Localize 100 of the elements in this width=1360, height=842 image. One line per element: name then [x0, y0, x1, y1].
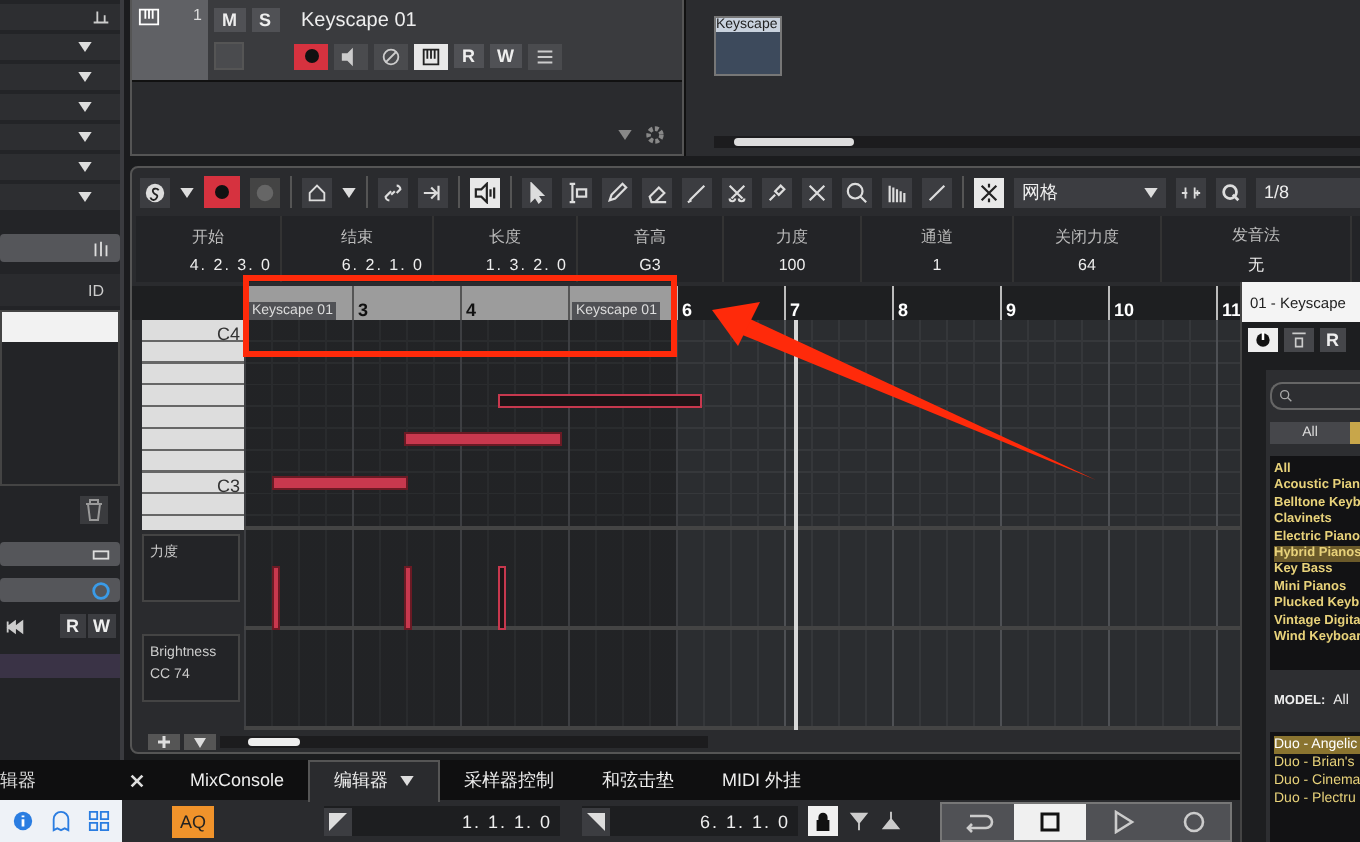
- track-row[interactable]: 1 M S Keyscape 01 R W: [132, 0, 682, 82]
- read-button[interactable]: R: [1320, 328, 1345, 352]
- pointer-icon[interactable]: [522, 177, 552, 207]
- caret-icon: [78, 42, 92, 52]
- info-icon[interactable]: [12, 810, 34, 832]
- octave-label: C3: [216, 476, 240, 496]
- info-label: 长度: [489, 225, 521, 247]
- read-button[interactable]: R: [454, 44, 483, 68]
- grid-icon[interactable]: [88, 810, 110, 832]
- left-flag-icon[interactable]: [324, 807, 353, 835]
- trash-icon[interactable]: [80, 496, 108, 524]
- info-value[interactable]: G3: [639, 255, 661, 273]
- plus-icon[interactable]: [148, 734, 180, 750]
- skip-back-icon[interactable]: [4, 615, 26, 637]
- lock-icon[interactable]: [808, 806, 839, 836]
- record-button[interactable]: [204, 176, 240, 208]
- info-label: 发音法: [1232, 223, 1280, 245]
- section-header[interactable]: [0, 542, 120, 566]
- zone-tab[interactable]: 辑器: [0, 767, 128, 793]
- caret-icon[interactable]: [342, 187, 356, 197]
- diagonal-line-icon[interactable]: [922, 177, 952, 207]
- zone-tab[interactable]: MIDI 外挂: [698, 760, 826, 800]
- speaker-icon[interactable]: [334, 43, 368, 69]
- bar-number: 8: [896, 300, 909, 320]
- column-header: ID: [88, 281, 104, 299]
- close-icon[interactable]: [128, 771, 146, 789]
- dropdown[interactable]: [0, 34, 120, 60]
- velocity-draw-icon[interactable]: [882, 177, 912, 207]
- zone-tab[interactable]: 编辑器: [308, 759, 441, 801]
- midi-note[interactable]: [498, 394, 702, 408]
- solo-icon[interactable]: [140, 177, 170, 207]
- list-icon[interactable]: [528, 43, 562, 69]
- write-button[interactable]: W: [489, 44, 522, 68]
- caret-icon: [78, 102, 92, 112]
- solo-button[interactable]: S: [251, 8, 280, 32]
- caret-icon: [78, 162, 92, 172]
- section-header[interactable]: [0, 578, 120, 602]
- info-label: 结束: [341, 225, 373, 247]
- range-icon[interactable]: [562, 177, 592, 207]
- search-field[interactable]: [1270, 382, 1360, 410]
- eraser-icon[interactable]: [642, 177, 672, 207]
- zoom-icon[interactable]: [842, 177, 872, 207]
- quantize-icon[interactable]: [1216, 177, 1246, 207]
- info-value[interactable]: 1: [932, 255, 942, 273]
- piano-keyboard[interactable]: C4 C3: [142, 320, 244, 530]
- dropdown[interactable]: [0, 64, 120, 90]
- right-locator-field[interactable]: 6. 1. 1. 0: [582, 806, 799, 836]
- info-label: 开始: [192, 225, 224, 247]
- scrollbar[interactable]: [220, 736, 708, 748]
- dropdown[interactable]: [0, 154, 120, 180]
- quantize-dropdown[interactable]: 1/8: [1256, 177, 1360, 207]
- bracket-icon[interactable]: [1176, 177, 1206, 207]
- caret-icon[interactable]: [184, 734, 216, 750]
- info-label: 通道: [921, 225, 953, 247]
- scissors-icon[interactable]: [722, 177, 752, 207]
- link-icon[interactable]: [378, 177, 408, 207]
- caret-icon: [1144, 187, 1158, 197]
- info-label: 音高: [634, 225, 666, 247]
- color-swatch[interactable]: [214, 42, 244, 70]
- power-icon[interactable]: [1248, 328, 1278, 352]
- info-label: 关闭力度: [1055, 225, 1119, 247]
- mute-button[interactable]: M: [214, 8, 245, 32]
- info-value[interactable]: 4. 2. 3. 0: [189, 255, 280, 273]
- stop-icon[interactable]: [1014, 803, 1087, 839]
- write-button[interactable]: W: [87, 614, 116, 638]
- settings-icon[interactable]: [644, 124, 666, 146]
- left-locator-field[interactable]: 1. 1. 1. 0: [324, 806, 561, 836]
- right-flag-icon[interactable]: [582, 807, 611, 835]
- dropdown[interactable]: [0, 184, 120, 210]
- velocity-bar[interactable]: [498, 566, 506, 630]
- dropdown[interactable]: [0, 94, 120, 120]
- record-enable-button[interactable]: [294, 43, 328, 69]
- track-number: 1: [193, 6, 202, 28]
- piano-keys-icon[interactable]: [414, 43, 448, 69]
- caret-icon: [78, 72, 92, 82]
- auto-quantize-button[interactable]: AQ: [172, 805, 215, 837]
- read-button[interactable]: R: [60, 614, 85, 638]
- ghost-icon[interactable]: [50, 810, 72, 832]
- zone-tab[interactable]: MixConsole: [166, 760, 309, 800]
- bar-number: 3: [356, 300, 369, 320]
- dropdown[interactable]: [0, 124, 120, 150]
- scrollbar[interactable]: [714, 136, 1360, 148]
- info-label: 力度: [776, 225, 808, 247]
- zone-tab[interactable]: 和弦击垫: [578, 760, 699, 800]
- zone-tab[interactable]: 采样器控制: [440, 760, 579, 800]
- info-value[interactable]: 6. 2. 1. 0: [341, 255, 432, 273]
- snap-type-dropdown[interactable]: 网格: [1014, 177, 1166, 207]
- mute-x-icon[interactable]: [802, 177, 832, 207]
- caret-icon: [78, 192, 92, 202]
- speaker-icon[interactable]: [470, 177, 500, 207]
- snap-icon[interactable]: [974, 177, 1004, 207]
- pencil-icon[interactable]: [602, 177, 632, 207]
- caret-icon[interactable]: [180, 187, 194, 197]
- info-value[interactable]: 无: [1248, 253, 1264, 275]
- house-icon[interactable]: [302, 177, 332, 207]
- info-value[interactable]: 100: [778, 255, 806, 273]
- info-value[interactable]: 1. 3. 2. 0: [485, 255, 576, 273]
- info-value[interactable]: 64: [1078, 255, 1096, 273]
- line-tool-icon[interactable]: [682, 177, 712, 207]
- piano-keys-icon: [138, 6, 160, 28]
